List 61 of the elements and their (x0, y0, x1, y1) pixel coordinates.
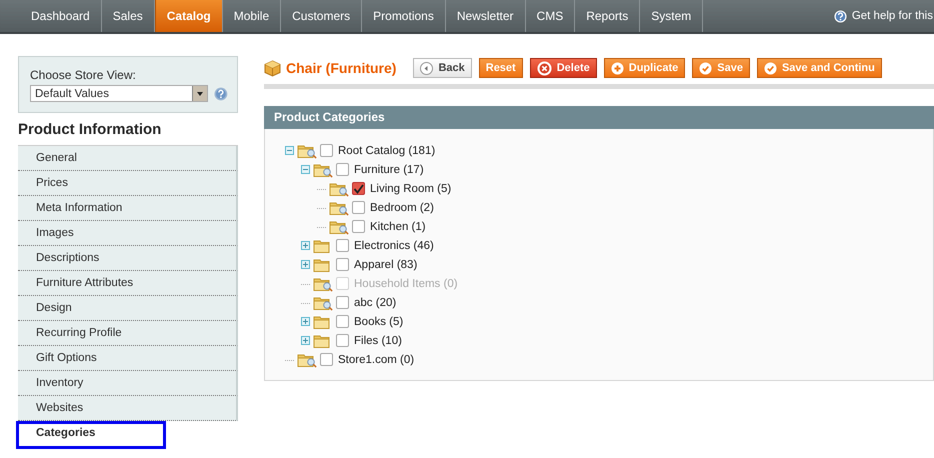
checkbox[interactable] (336, 334, 349, 347)
checkbox[interactable] (352, 182, 365, 195)
expand-icon[interactable] (301, 317, 310, 326)
sidebar-tab[interactable]: Meta Information (18, 196, 238, 221)
check-icon (699, 62, 712, 74)
check-icon (764, 62, 777, 74)
expand-icon[interactable] (301, 260, 310, 269)
category-label[interactable]: Files (10) (354, 334, 402, 346)
checkbox[interactable] (336, 163, 349, 176)
category-label[interactable]: Books (5) (354, 316, 404, 328)
category-label[interactable]: Living Room (5) (370, 182, 452, 194)
sidebar-tab[interactable]: Inventory (18, 371, 238, 396)
sidebar-tab[interactable]: Images (18, 221, 238, 246)
store-view-dropdown[interactable]: Default Values (30, 85, 208, 102)
expand-icon[interactable] (301, 241, 310, 250)
sidebar-tab[interactable]: Websites (18, 396, 238, 421)
checkbox[interactable] (336, 296, 349, 309)
panel-header: Product Categories (264, 106, 934, 129)
category-label[interactable]: Bedroom (2) (370, 202, 434, 214)
checkbox[interactable] (320, 353, 333, 366)
close-icon (536, 60, 552, 76)
nav-tab[interactable]: System (640, 0, 704, 32)
category-label[interactable]: Root Catalog (181) (338, 144, 436, 156)
category-label[interactable]: Store1.com (0) (338, 354, 414, 366)
checkbox[interactable] (336, 315, 349, 328)
category-label[interactable]: Electronics (46) (354, 240, 434, 252)
plus-icon (610, 62, 624, 74)
category-label[interactable]: Furniture (17) (354, 164, 424, 176)
store-view-label: Choose Store View: (30, 68, 137, 82)
sidebar-tab[interactable]: Prices (18, 171, 238, 196)
nav-tab[interactable]: Customers (281, 0, 362, 32)
help-icon (834, 10, 847, 22)
checkbox[interactable] (352, 201, 365, 214)
back-button[interactable]: Back (413, 58, 472, 78)
nav-tab[interactable]: CMS (526, 0, 576, 32)
checkbox[interactable] (320, 144, 333, 157)
sidebar-tab[interactable]: Descriptions (18, 246, 238, 271)
category-label[interactable]: Kitchen (1) (370, 220, 426, 232)
sidebar-tab[interactable]: Gift Options (18, 346, 238, 371)
checkbox[interactable] (352, 220, 365, 233)
expand-icon[interactable] (301, 336, 310, 345)
action-button[interactable]: Delete (530, 58, 597, 78)
category-label[interactable]: Apparel (83) (354, 258, 418, 270)
help-icon[interactable] (214, 86, 228, 100)
nav-tab[interactable]: Mobile (222, 0, 282, 32)
nav-tab[interactable]: Reports (575, 0, 640, 32)
checkbox[interactable] (336, 258, 349, 271)
nav-tab[interactable]: Dashboard (20, 0, 102, 32)
help-link[interactable]: Get help for this (852, 10, 933, 22)
collapse-icon[interactable] (301, 165, 310, 174)
nav-tab[interactable]: Promotions (362, 0, 446, 32)
collapse-icon[interactable] (285, 146, 294, 155)
sidebar-tab[interactable]: Recurring Profile (18, 321, 238, 346)
nav-tab[interactable]: Newsletter (446, 0, 526, 32)
sidebar-tab[interactable]: General (18, 146, 238, 171)
sidebar-tab[interactable]: Design (18, 296, 238, 321)
category-label[interactable]: abc (20) (354, 296, 396, 308)
sidebar-tab[interactable]: Furniture Attributes (18, 271, 238, 296)
box-icon (264, 60, 281, 76)
checkbox[interactable] (336, 239, 349, 252)
page-title: Chair (Furniture) (286, 60, 396, 76)
